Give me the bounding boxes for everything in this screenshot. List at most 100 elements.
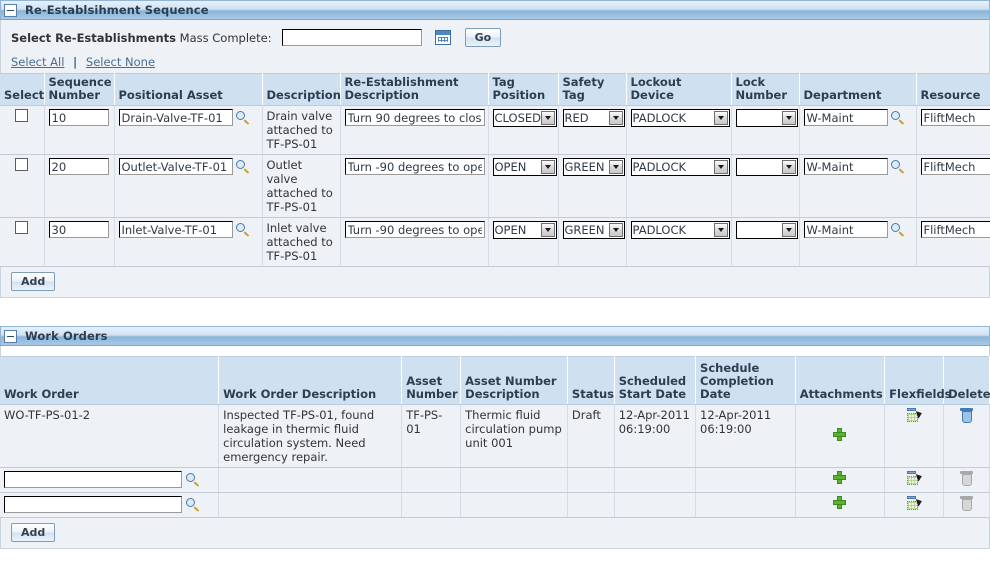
lock-number-cell [731,154,800,218]
delete-cell [943,467,990,493]
work-order-cell [0,467,220,493]
col-sequence-number: Sequence Number [44,73,115,106]
lockout-device-cell: PADLOCK [626,105,732,155]
department-input[interactable] [803,221,888,238]
reestablishment-description-cell [340,105,489,155]
add-work-order-button[interactable]: Add [11,523,56,542]
safety-tag-select[interactable]: GREEN [562,158,625,176]
tag-position-select[interactable]: CLOSED [492,109,557,127]
col-scheduled-start-date: Scheduled Start Date [614,356,697,405]
row-select-checkbox[interactable] [15,158,29,171]
col-lockout-device: Lockout Device [626,73,732,106]
work-orders-section-header: Work Orders [0,326,990,346]
select-none-link[interactable]: Select None [86,55,155,69]
lock-number-cell [731,217,800,267]
description-cell: Outlet valve attached to TF-PS-01 [262,154,341,218]
collapse-minus-icon[interactable] [4,3,17,17]
department-input[interactable] [803,109,888,126]
mass-complete-row: Select Re-Establishments Mass Complete: … [1,20,989,53]
sequence-number-cell [44,105,115,155]
add-attachment-plus-icon[interactable] [833,496,847,509]
sequence-number-input[interactable] [48,109,109,126]
department-input[interactable] [803,158,888,175]
reestablishment-header-row: Select Sequence Number Positional Asset … [0,73,990,106]
department-search-icon[interactable] [891,223,905,237]
lock-number-select-wrap [735,158,798,176]
delete-cell [943,492,990,518]
flexfield-icon[interactable] [906,408,923,422]
scheduled-start-date-cell [614,467,697,493]
delete-trash-icon[interactable] [960,408,974,423]
go-button[interactable]: Go [464,28,502,47]
col-resource: Resource [916,73,990,106]
safety-tag-select[interactable]: RED [562,109,625,127]
add-attachment-plus-icon[interactable] [833,471,847,484]
reestablishment-description-input[interactable] [344,158,485,175]
flexfields-cell [884,467,945,493]
lockout-device-cell: PADLOCK [626,154,732,218]
positional-asset-cell [114,217,263,267]
reestablishment-section-title: Re-Establsihment Sequence [25,3,209,17]
lock-number-select[interactable] [735,158,798,176]
work-order-description-cell [218,492,403,518]
mass-complete-input[interactable] [281,29,422,46]
lockout-device-select[interactable]: PADLOCK [630,158,730,176]
row-select-checkbox[interactable] [15,221,29,234]
lockout-device-select[interactable]: PADLOCK [630,221,730,239]
link-separator: | [73,55,78,69]
lock-number-select[interactable] [735,109,798,127]
select-all-link[interactable]: Select All [11,55,64,69]
reestablishment-toolbar: Select Re-Establishments Mass Complete: … [0,20,990,73]
work-order-input[interactable] [4,471,182,488]
col-status: Status [567,356,615,405]
asset-number-cell: TF-PS-01 [401,404,462,468]
lockout-device-select[interactable]: PADLOCK [630,109,730,127]
lock-number-select[interactable] [735,221,798,239]
safety-tag-select[interactable]: GREEN [562,221,625,239]
add-attachment-plus-icon[interactable] [833,428,847,441]
work-order-search-icon[interactable] [185,473,200,487]
mass-complete-label-rest: Mass Complete: [176,30,272,45]
flexfield-icon[interactable] [906,496,923,510]
positional-asset-search-icon[interactable] [236,111,250,125]
department-cell [799,217,917,267]
work-order-cell: WO-TF-PS-01-2 [0,404,220,468]
work-order-search-icon[interactable] [185,498,200,512]
sequence-number-input[interactable] [48,158,109,175]
positional-asset-input[interactable] [118,109,233,126]
department-search-icon[interactable] [891,160,905,174]
positional-asset-input[interactable] [118,158,233,175]
collapse-minus-icon[interactable] [4,329,17,343]
reestablishment-description-input[interactable] [344,109,485,126]
department-search-icon[interactable] [891,111,905,125]
row-select-checkbox[interactable] [15,109,29,122]
tag-position-select[interactable]: OPEN [492,158,557,176]
positional-asset-input[interactable] [118,221,233,238]
tag-position-cell: CLOSED [488,105,559,155]
resource-input[interactable] [920,109,990,126]
reestablishment-description-input[interactable] [344,221,485,238]
work-orders-header-row: Work Order Work Order Description Asset … [0,356,990,405]
work-order-input[interactable] [4,496,182,513]
tag-position-select[interactable]: OPEN [492,221,557,239]
work-order-description-cell [218,467,403,493]
resource-input[interactable] [920,221,990,238]
reestablishment-table: Select Sequence Number Positional Asset … [0,73,990,267]
sequence-number-input[interactable] [48,221,109,238]
positional-asset-search-icon[interactable] [236,160,250,174]
positional-asset-search-icon[interactable] [236,223,250,237]
col-attachments: Attachments [795,356,886,405]
asset-number-description-cell: Thermic fluid circulation pump unit 001 [460,404,568,468]
table-row: Inlet valve attached to TF-PS-01 OPEN GR… [0,217,990,267]
col-safety-tag: Safety Tag [558,73,627,106]
col-flexfields: Flexfields [884,356,952,405]
flexfield-icon[interactable] [906,471,923,485]
col-select: Select [0,73,45,106]
flexfields-cell [884,492,945,518]
table-row: WO-TF-PS-01-2 Inspected TF-PS-01, found … [0,404,990,468]
status-cell [567,467,615,493]
add-reestablishment-button[interactable]: Add [11,272,56,291]
department-cell [799,154,917,218]
calendar-icon[interactable] [434,30,451,45]
resource-input[interactable] [920,158,990,175]
